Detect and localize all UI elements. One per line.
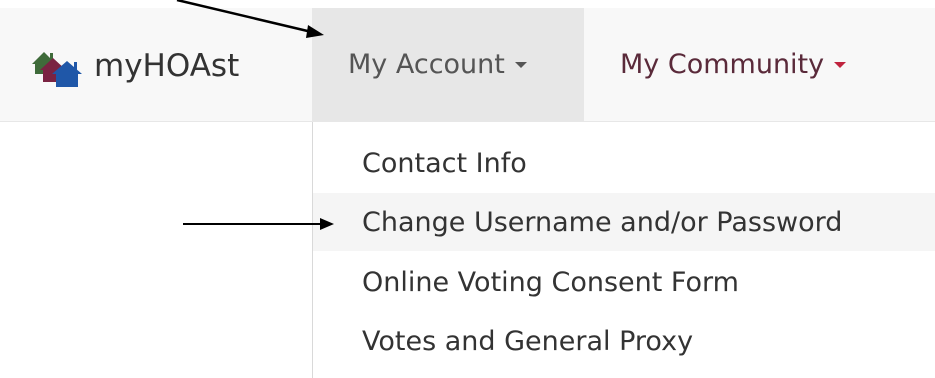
brand-name: myHOAst bbox=[94, 47, 240, 84]
nav-my-community-label: My Community bbox=[620, 49, 825, 80]
account-dropdown-menu: Contact Info Change Username and/or Pass… bbox=[312, 122, 935, 378]
nav-my-account-label: My Account bbox=[348, 49, 505, 80]
menu-item-label: Contact Info bbox=[362, 147, 527, 179]
houses-logo-icon bbox=[32, 52, 82, 87]
menu-item-contact-info[interactable]: Contact Info bbox=[313, 134, 935, 192]
menu-item-votes-general-proxy[interactable]: Votes and General Proxy bbox=[313, 312, 935, 370]
page: myHOAst My Account My Community Contact … bbox=[0, 0, 935, 378]
brand-link[interactable]: myHOAst bbox=[30, 44, 239, 88]
caret-down-icon bbox=[834, 61, 847, 68]
top-navbar: myHOAst My Account My Community bbox=[0, 8, 935, 122]
menu-item-label: Votes and General Proxy bbox=[362, 325, 694, 357]
menu-item-change-username-password[interactable]: Change Username and/or Password bbox=[313, 193, 935, 251]
nav-my-community[interactable]: My Community bbox=[584, 8, 884, 121]
menu-item-online-voting-consent-form[interactable]: Online Voting Consent Form bbox=[313, 253, 935, 311]
menu-item-label: Online Voting Consent Form bbox=[362, 266, 739, 298]
menu-item-label: Change Username and/or Password bbox=[362, 206, 843, 238]
nav-my-account[interactable]: My Account bbox=[312, 8, 584, 121]
caret-down-icon bbox=[514, 61, 527, 68]
